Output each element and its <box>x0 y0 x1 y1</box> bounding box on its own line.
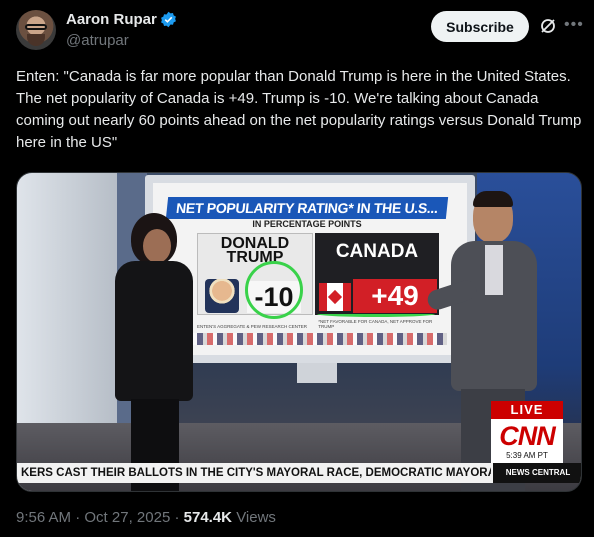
avatar-glasses <box>25 24 47 30</box>
ticker-tag: NEWS CENTRAL <box>493 463 581 483</box>
post-date[interactable]: Oct 27, 2025 <box>84 509 170 526</box>
broadcast-time: 5:39 AM PT <box>506 451 548 460</box>
avatar-beard <box>27 34 45 46</box>
annotation-circle <box>245 261 303 319</box>
post-video[interactable]: NET POPULARITY RATING* IN THE U.S... IN … <box>16 172 582 492</box>
annotation-underline <box>317 311 435 317</box>
grok-icon[interactable] <box>538 16 558 36</box>
post-time[interactable]: 9:56 AM <box>16 509 71 526</box>
woman-face <box>143 229 171 263</box>
views-label: Views <box>236 509 276 526</box>
maple-leaf-icon <box>327 289 343 305</box>
fineprint-left: ENTEN'S AGGREGATE & PEW RESEARCH CENTER <box>197 324 308 329</box>
touchscreen-stand <box>297 363 337 383</box>
graphic-subtitle: IN PERCENTAGE POINTS <box>252 219 362 229</box>
more-icon[interactable]: ••• <box>564 16 584 36</box>
cnn-logo: CNN <box>499 421 556 451</box>
graphic-fineprint: ENTEN'S AGGREGATE & PEW RESEARCH CENTER … <box>197 319 441 329</box>
anchor-woman <box>113 213 199 491</box>
post-text: Enten: "Canada is far more popular than … <box>16 68 582 151</box>
author-handle[interactable]: @atrupar <box>66 32 129 49</box>
trump-label: DONALD TRUMP <box>220 235 290 266</box>
trump-photo <box>205 279 239 313</box>
avatar[interactable] <box>16 10 56 50</box>
views-count: 574.4K <box>183 509 233 526</box>
live-badge: LIVE <box>491 401 563 419</box>
author-name[interactable]: Aaron Rupar <box>66 11 157 28</box>
ticker-text: KERS CAST THEIR BALLOTS IN THE CITY'S MA… <box>21 467 491 479</box>
woman-jacket <box>115 261 193 401</box>
tweet: Aaron Rupar @atrupar Subscribe ••• Enten… <box>0 0 594 537</box>
meta-separator: · <box>174 509 180 526</box>
man-hair <box>473 191 513 207</box>
subscribe-button[interactable]: Subscribe <box>431 11 529 42</box>
verified-badge-icon <box>161 11 176 28</box>
screen-bottom-strip <box>167 333 447 345</box>
post-meta: 9:56 AM · Oct 27, 2025 · 574.4K Views <box>16 509 276 526</box>
graphic-title: NET POPULARITY RATING* IN THE U.S... <box>165 197 449 219</box>
meta-separator: · <box>75 509 81 526</box>
man-shirt <box>485 245 503 295</box>
canada-flag-icon <box>319 283 351 311</box>
